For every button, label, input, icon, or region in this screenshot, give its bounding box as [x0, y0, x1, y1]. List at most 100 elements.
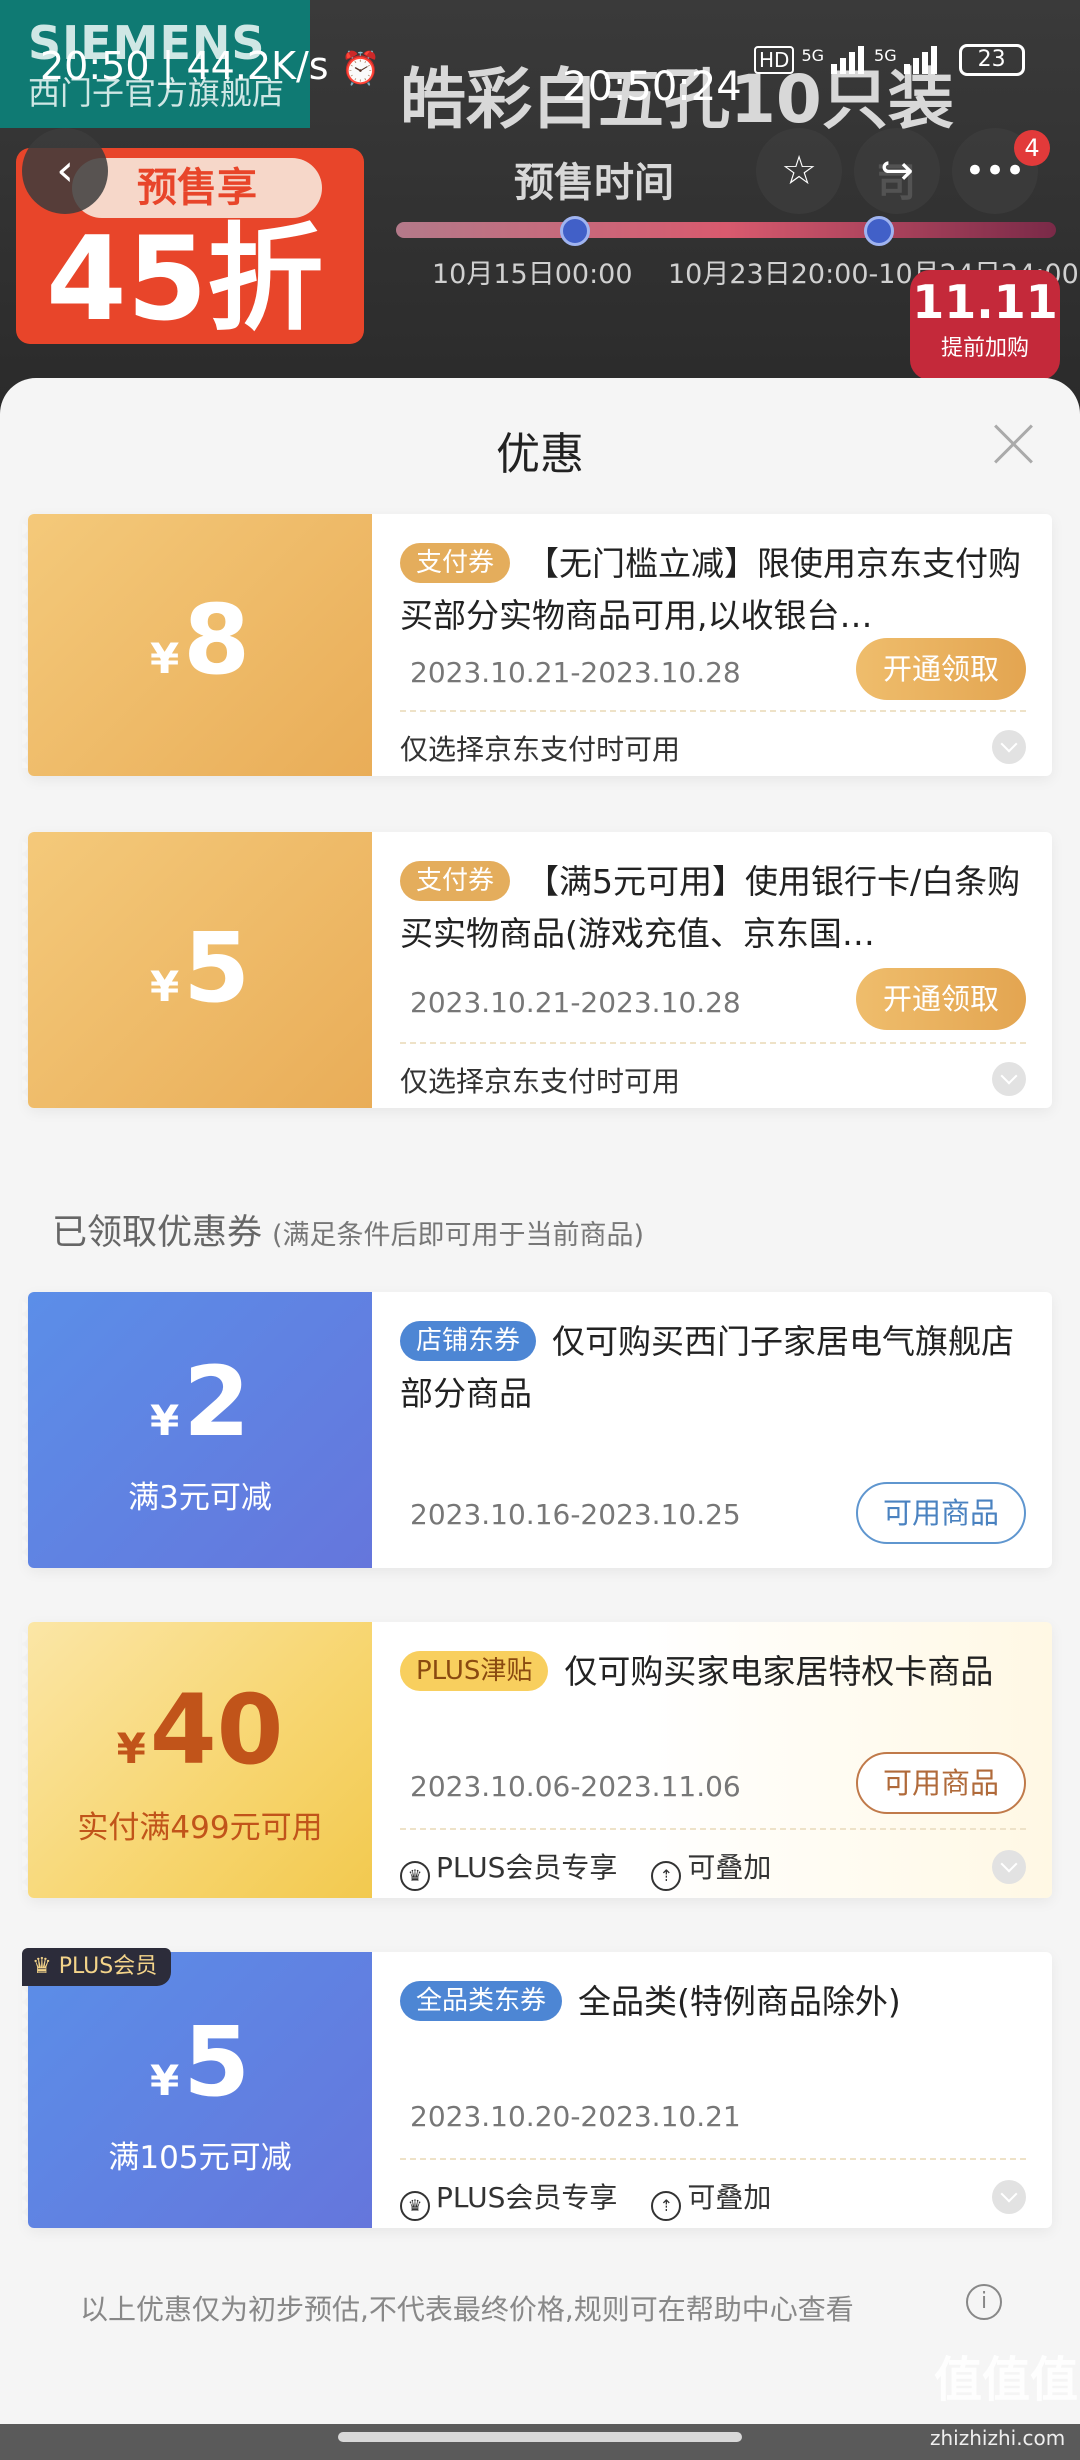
chevron-down-icon[interactable]: [992, 1062, 1026, 1096]
home-indicator[interactable]: [338, 2432, 742, 2442]
stack-feature: ⇡ 可叠加: [651, 2176, 771, 2221]
timeline-date-1: 10月15日00:00: [432, 259, 633, 290]
coupon-details: 支付券 【满5元可用】使用银行卡/白条购买实物商品(游戏充值、京东国… 2023.…: [400, 832, 1026, 1108]
disclaimer-text: 以上优惠仅为初步预估,不代表最终价格,规则可在帮助中心查看: [80, 2293, 854, 2326]
coupon-description: 店铺东券 仅可购买西门子家居电气旗舰店部分商品: [400, 1316, 1026, 1420]
close-icon[interactable]: [992, 422, 1036, 466]
stack-feature: ⇡ 可叠加: [651, 1846, 771, 1891]
coupon-details: 支付券 【无门槛立减】限使用京东支付购买部分实物商品可用,以收银台… 2023.1…: [400, 514, 1026, 776]
coupon-features: ♛ PLUS会员专享 ⇡ 可叠加: [400, 1846, 805, 1891]
available-products-button[interactable]: 可用商品: [856, 1482, 1026, 1544]
claimed-section-title: 已领取优惠券 (满足条件后即可用于当前商品): [52, 1204, 644, 1255]
watermark-url: zhizhizhi.com: [930, 2426, 1066, 2450]
status-bar: 20:50 | 44.2K/s ⏰ 20:50:24 HD 5G 5G 23: [0, 0, 1080, 130]
chevron-down-icon[interactable]: [992, 2180, 1026, 2214]
coupon-description: 全品类东券 全品类(特例商品除外): [400, 1976, 1026, 2028]
crown-icon: ♛: [400, 1861, 430, 1891]
coupon-card: ¥8 支付券 【无门槛立减】限使用京东支付购买部分实物商品可用,以收银台… 202…: [22, 514, 1052, 776]
presale-tag: 预售享: [72, 158, 322, 218]
available-products-button[interactable]: 可用商品: [856, 1752, 1026, 1814]
coupon-tag: 支付券: [400, 543, 511, 583]
plus-member-badge: ♛ PLUS会员: [22, 1948, 172, 1986]
star-icon[interactable]: ☆: [756, 128, 842, 214]
presale-timeline: [396, 222, 1056, 238]
chevron-down-icon[interactable]: [992, 730, 1026, 764]
info-icon[interactable]: i: [966, 2284, 1002, 2320]
notification-badge: 4: [1014, 130, 1050, 166]
coupon-value-block: ¥40 实付满499元可用: [22, 1622, 372, 1898]
coupon-details: 全品类东券 全品类(特例商品除外) 2023.10.20-2023.10.21 ♛…: [400, 1952, 1026, 2228]
coupon-panel: 优惠 ¥8 支付券 【无门槛立减】限使用京东支付购买部分实物商品可用,以收银台… …: [0, 378, 1080, 2460]
plus-feature: ♛ PLUS会员专享: [400, 1846, 617, 1891]
section-subtitle: (满足条件后即可用于当前商品): [272, 1220, 645, 1251]
coupon-value-block: ¥5 满105元可减: [22, 1952, 372, 2228]
status-right-icons: HD 5G 5G 23: [754, 44, 1025, 76]
coupon-card: ¥5 支付券 【满5元可用】使用银行卡/白条购买实物商品(游戏充值、京东国… 20…: [22, 832, 1052, 1108]
bottom-strip: [0, 2424, 1080, 2460]
coupon-date: 2023.10.06-2023.11.06: [410, 1770, 741, 1803]
stack-icon: ⇡: [651, 1861, 682, 1891]
coupon-condition: 满3元可减: [128, 1480, 272, 1516]
coupon-condition: 满105元可减: [108, 2140, 292, 2176]
panel-title: 优惠: [496, 429, 584, 480]
divider: [400, 710, 1026, 712]
double11-badge: 11.11 提前加购: [910, 270, 1060, 380]
coupon-description: PLUS津贴 仅可购买家电家居特权卡商品: [400, 1646, 1026, 1698]
crown-icon: ♛: [400, 2191, 430, 2221]
coupon-desc-text: 全品类(特例商品除外): [578, 1982, 901, 2021]
coupon-date: 2023.10.21-2023.10.28: [410, 986, 741, 1019]
status-time-speed: 20:50 | 44.2K/s ⏰: [40, 44, 381, 88]
discount-text: 45折: [46, 212, 324, 347]
plus-feature: ♛ PLUS会员专享: [400, 2176, 617, 2221]
coupon-date: 2023.10.20-2023.10.21: [410, 2100, 741, 2133]
coupon-tag: 支付券: [400, 861, 511, 901]
double11-text: 提前加购: [940, 336, 1029, 361]
coupon-amount: ¥2: [149, 1346, 251, 1458]
coupon-card: ¥40 实付满499元可用 PLUS津贴 仅可购买家电家居特权卡商品 2023.1…: [22, 1622, 1052, 1898]
coupon-card: ¥5 满105元可减 ♛ PLUS会员 全品类东券 全品类(特例商品除外) 202…: [22, 1948, 1052, 2228]
coupon-details: PLUS津贴 仅可购买家电家居特权卡商品 2023.10.06-2023.11.0…: [400, 1622, 1026, 1898]
hd-icon: HD: [754, 46, 795, 74]
coupon-features: ♛ PLUS会员专享 ⇡ 可叠加: [400, 2176, 805, 2221]
coupon-details: 店铺东券 仅可购买西门子家居电气旗舰店部分商品 2023.10.16-2023.1…: [400, 1292, 1026, 1568]
claim-button[interactable]: 开通领取: [856, 638, 1026, 700]
coupon-amount: ¥5: [149, 2006, 251, 2118]
coupon-condition: 实付满499元可用: [77, 1810, 323, 1846]
coupon-value-block: ¥2 满3元可减: [22, 1292, 372, 1568]
double11-number: 11.11: [912, 275, 1058, 329]
divider: [400, 1042, 1026, 1044]
status-center-time: 20:50:24: [562, 64, 742, 110]
coupon-note: 仅选择京东支付时可用: [400, 1065, 681, 1098]
coupon-description: 支付券 【满5元可用】使用银行卡/白条购买实物商品(游戏充值、京东国…: [400, 856, 1026, 960]
coupon-value-block: ¥8: [22, 514, 372, 776]
coupon-description: 支付券 【无门槛立减】限使用京东支付购买部分实物商品可用,以收银台…: [400, 538, 1026, 642]
presale-time-label: 预售时间: [514, 160, 674, 206]
signal-icon: 5G: [801, 46, 867, 74]
coupon-date: 2023.10.21-2023.10.28: [410, 656, 741, 689]
share-icon[interactable]: ↪: [854, 128, 940, 214]
timeline-dot: [864, 216, 894, 246]
stack-icon: ⇡: [651, 2191, 682, 2221]
coupon-tag: PLUS津贴: [400, 1651, 549, 1691]
coupon-value-block: ¥5: [22, 832, 372, 1108]
coupon-tag: 全品类东券: [400, 1981, 563, 2021]
coupon-date: 2023.10.16-2023.10.25: [410, 1498, 741, 1531]
divider: [400, 2158, 1026, 2160]
coupon-amount: ¥5: [149, 912, 251, 1024]
coupon-amount: ¥8: [149, 584, 251, 696]
watermark: 值值值: [934, 2352, 1079, 2408]
coupon-note: 仅选择京东支付时可用: [400, 733, 681, 766]
claim-button[interactable]: 开通领取: [856, 968, 1026, 1030]
battery-icon: 23: [958, 44, 1025, 76]
coupon-tag: 店铺东券: [400, 1321, 537, 1361]
alarm-icon: ⏰: [340, 49, 381, 87]
section-title-text: 已领取优惠券: [52, 1213, 263, 1253]
coupon-desc-text: 仅可购买家电家居特权卡商品: [564, 1652, 994, 1691]
divider: [400, 1828, 1026, 1830]
timeline-dot: [560, 216, 590, 246]
chevron-down-icon[interactable]: [992, 1850, 1026, 1884]
signal-icon-2: 5G: [874, 46, 940, 74]
coupon-card: ¥2 满3元可减 店铺东券 仅可购买西门子家居电气旗舰店部分商品 2023.10.…: [22, 1292, 1052, 1568]
crown-icon: ♛: [32, 1954, 59, 1979]
back-icon[interactable]: ‹: [22, 128, 108, 214]
